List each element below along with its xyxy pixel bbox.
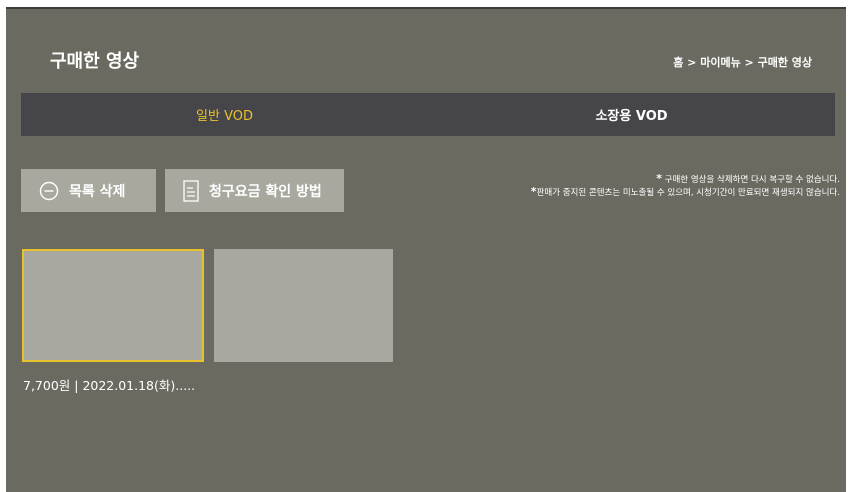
video-caption: 7,700원 | 2022.01.18(화)..... bbox=[23, 378, 196, 393]
tab-general-vod[interactable]: 일반 VOD bbox=[21, 93, 428, 136]
billing-info-button[interactable]: 청구요금 확인 방법 bbox=[165, 169, 344, 212]
notice-line-2: *판매가 중지된 콘텐츠는 미노출될 수 있으며, 시청기간이 만료되면 재생되… bbox=[530, 185, 840, 199]
tab-collection-vod[interactable]: 소장용 VOD bbox=[428, 93, 835, 136]
minus-circle-icon bbox=[39, 181, 59, 201]
delete-list-button[interactable]: 목록 삭제 bbox=[21, 169, 156, 212]
video-thumbnail[interactable] bbox=[214, 249, 393, 362]
document-icon bbox=[183, 179, 199, 202]
page-title: 구매한 영상 bbox=[50, 51, 140, 72]
delete-list-label: 목록 삭제 bbox=[69, 183, 126, 200]
notice-text: * 구매한 영상을 삭제하면 다시 복구할 수 없습니다. *판매가 중지된 콘… bbox=[531, 173, 840, 199]
video-thumbnail-selected[interactable] bbox=[22, 249, 204, 362]
notice-line-1: * 구매한 영상을 삭제하면 다시 복구할 수 없습니다. bbox=[656, 172, 840, 186]
tab-bar: 일반 VOD 소장용 VOD bbox=[21, 93, 835, 136]
purchased-videos-screen: 구매한 영상 홈 > 마이메뉴 > 구매한 영상 일반 VOD 소장용 VOD … bbox=[6, 7, 846, 492]
billing-info-label: 청구요금 확인 방법 bbox=[209, 183, 322, 200]
breadcrumb: 홈 > 마이메뉴 > 구매한 영상 bbox=[673, 56, 812, 69]
